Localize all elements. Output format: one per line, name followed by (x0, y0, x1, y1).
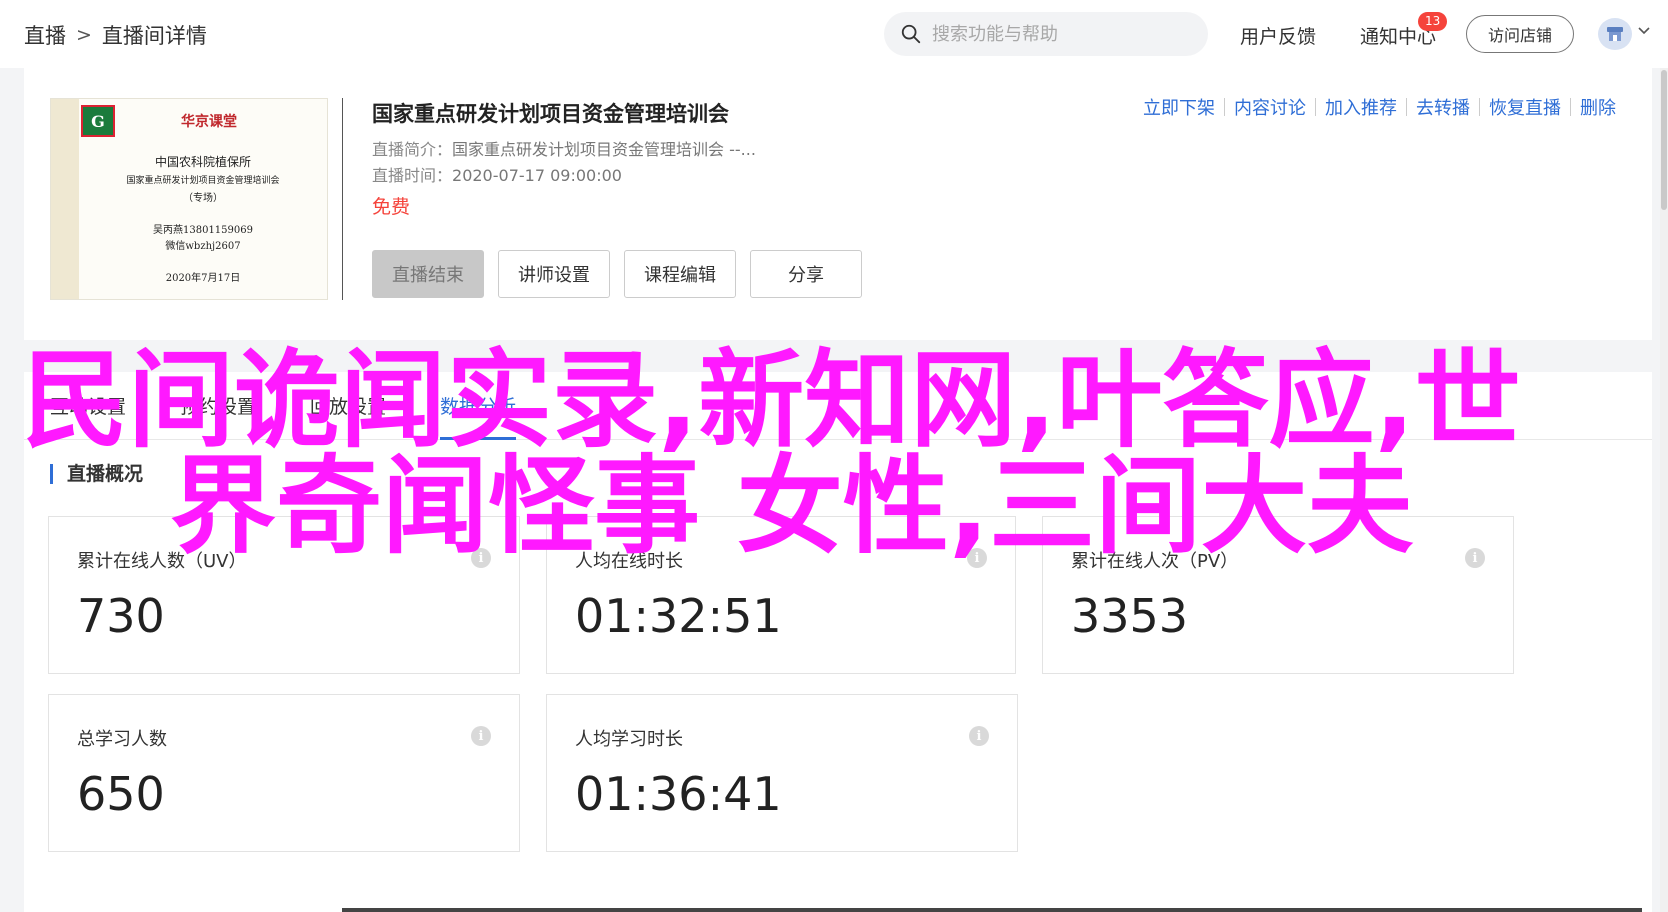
tab-replay-settings[interactable]: 回放设置 (310, 372, 386, 440)
action-separator (1315, 98, 1316, 116)
cover-divider (342, 98, 343, 300)
stat-label: 人均在线时长 (575, 551, 683, 572)
stat-value: 3353 (1071, 589, 1189, 643)
live-ended-button: 直播结束 (372, 250, 484, 298)
breadcrumb-live-detail: 直播间详情 (101, 24, 207, 48)
action-separator (1570, 98, 1571, 116)
cover-contact2: 微信wbzhj2607 (165, 241, 241, 252)
action-separator (1479, 98, 1480, 116)
time-value: 2020-07-17 09:00:00 (452, 166, 622, 185)
info-icon[interactable]: i (1465, 548, 1485, 568)
resume-live-link[interactable]: 恢复直播 (1489, 94, 1561, 120)
breadcrumb-live[interactable]: 直播 (24, 20, 66, 50)
cover-brand: 华京课堂 (181, 114, 237, 130)
cover-line1: 国家重点研发计划项目资金管理培训会 (126, 176, 280, 186)
intro-label: 直播简介： (372, 140, 453, 159)
content-discussion-link[interactable]: 内容讨论 (1234, 94, 1306, 120)
top-bar: 直播 > 直播间详情 用户反馈 通知中心 13 访问店铺 (0, 0, 1668, 68)
stat-card-uv: 累计在线人数（UV） 730 i (48, 516, 520, 674)
breadcrumb-separator: > (76, 24, 92, 46)
notification-badge: 13 (1418, 12, 1448, 31)
stat-card-learners: 总学习人数 650 i (48, 694, 520, 852)
search-box[interactable] (884, 12, 1208, 56)
action-separator (1224, 98, 1225, 116)
stat-card-pv: 累计在线人次（PV） 3353 i (1042, 516, 1514, 674)
chevron-down-icon[interactable] (1638, 26, 1650, 36)
bottom-edge-line (342, 908, 1642, 912)
tab-interaction-settings[interactable]: 互动设置 (50, 372, 126, 440)
course-intro: 直播简介：国家重点研发计划项目资金管理培训会 --... (372, 136, 756, 160)
stat-label: 累计在线人次（PV） (1071, 551, 1239, 572)
course-price: 免费 (372, 196, 411, 218)
feedback-link[interactable]: 用户反馈 (1240, 22, 1316, 49)
course-title: 国家重点研发计划项目资金管理培训会 (372, 102, 729, 126)
cover-line2: （专场） (183, 193, 223, 204)
stat-value: 730 (77, 589, 165, 643)
stat-card-avg-online: 人均在线时长 01:32:51 i (546, 516, 1016, 674)
stat-value: 650 (77, 767, 165, 821)
search-icon (901, 24, 921, 44)
tab-booking-settings[interactable]: 预约设置 (180, 372, 256, 440)
add-recommend-link[interactable]: 加入推荐 (1325, 94, 1397, 120)
store-avatar-icon[interactable] (1598, 18, 1632, 50)
stat-card-avg-learning: 人均学习时长 01:36:41 i (546, 694, 1018, 852)
unlist-link[interactable]: 立即下架 (1143, 94, 1215, 120)
scrollbar-thumb[interactable] (1661, 70, 1667, 210)
course-card: G 华京课堂 中国农科院植保所 国家重点研发计划项目资金管理培训会 （专场） 吴… (24, 68, 1652, 340)
breadcrumb: 直播 > 直播间详情 (24, 20, 207, 50)
stat-label: 人均学习时长 (575, 729, 683, 750)
course-edit-button[interactable]: 课程编辑 (624, 250, 736, 298)
stat-value: 01:32:51 (575, 589, 782, 643)
search-input[interactable] (932, 23, 1192, 45)
main-panel: 互动设置 预约设置 回放设置 数据分析 直播概况 累计在线人数（UV） 730 … (24, 372, 1652, 912)
share-button[interactable]: 分享 (750, 250, 862, 298)
time-label: 直播时间： (372, 166, 453, 185)
section-title: 直播概况 (50, 464, 143, 484)
stat-label: 总学习人数 (77, 729, 167, 750)
cover-date: 2020年7月17日 (165, 273, 241, 284)
info-icon[interactable]: i (967, 548, 987, 568)
info-icon[interactable]: i (969, 726, 989, 746)
course-time: 直播时间：2020-07-17 09:00:00 (372, 162, 622, 186)
course-actions: 立即下架 内容讨论 加入推荐 去转播 恢复直播 删除 (1143, 94, 1616, 120)
action-separator (1406, 98, 1407, 116)
cover-org: 中国农科院植保所 (154, 155, 251, 169)
stat-label: 累计在线人数（UV） (77, 551, 247, 572)
stat-value: 01:36:41 (575, 767, 782, 821)
lecturer-settings-button[interactable]: 讲师设置 (498, 250, 610, 298)
course-button-row: 直播结束 讲师设置 课程编辑 分享 (372, 250, 862, 298)
delete-link[interactable]: 删除 (1580, 94, 1616, 120)
tab-data-analysis[interactable]: 数据分析 (440, 372, 517, 440)
course-cover-image: G 华京课堂 中国农科院植保所 国家重点研发计划项目资金管理培训会 （专场） 吴… (50, 98, 328, 300)
info-icon[interactable]: i (471, 548, 491, 568)
cover-contact1: 吴丙燕13801159069 (153, 225, 253, 236)
tab-bar: 互动设置 预约设置 回放设置 数据分析 (24, 372, 1652, 440)
intro-value: 国家重点研发计划项目资金管理培训会 --... (452, 140, 756, 159)
visit-store-button[interactable]: 访问店铺 (1466, 15, 1574, 53)
info-icon[interactable]: i (471, 726, 491, 746)
rebroadcast-link[interactable]: 去转播 (1416, 94, 1470, 120)
